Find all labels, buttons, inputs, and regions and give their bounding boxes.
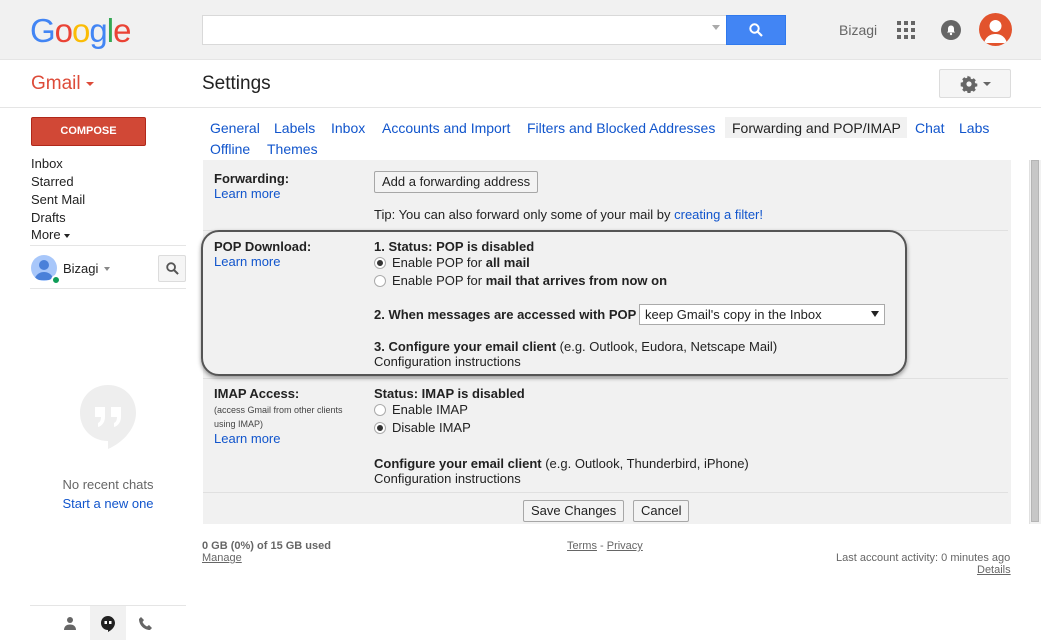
chevron-down-icon[interactable] — [104, 267, 110, 271]
activity-details-link[interactable]: Details — [977, 564, 1011, 576]
imap-configure-suffix: (e.g. Outlook, Thunderbird, iPhone) — [541, 456, 749, 471]
imap-learn-more-link[interactable]: Learn more — [214, 431, 280, 446]
top-bar: Google Bizagi — [0, 0, 1041, 60]
divider — [30, 288, 186, 289]
account-name[interactable]: Bizagi — [839, 22, 877, 38]
nav-drafts[interactable]: Drafts — [31, 210, 66, 225]
hangouts-icon — [101, 615, 115, 632]
divider — [30, 245, 186, 246]
scrollbar-thumb[interactable] — [1031, 160, 1039, 522]
footer-links: Terms - Privacy — [567, 540, 643, 552]
pop-highlight-annotation — [201, 230, 907, 376]
imap-note: (access Gmail from other clients using I… — [214, 405, 343, 429]
imap-configure-label: Configure your email client — [374, 456, 542, 471]
forwarding-tip-text: Tip: You can also forward only some of y… — [374, 207, 675, 222]
privacy-link[interactable]: Privacy — [607, 540, 643, 552]
search-icon — [165, 262, 179, 275]
no-recent-chats-text: No recent chats — [62, 477, 154, 492]
nav-more-label: More — [31, 227, 61, 242]
nav-starred[interactable]: Starred — [31, 174, 74, 189]
avatar-icon[interactable] — [979, 13, 1012, 46]
radio-button[interactable] — [374, 422, 386, 434]
terms-link[interactable]: Terms — [567, 540, 597, 552]
divider — [0, 107, 1041, 108]
logo-letter: G — [30, 12, 56, 49]
imap-option-label: Enable IMAP — [392, 402, 468, 417]
contacts-tab[interactable] — [52, 606, 88, 640]
forwarding-learn-more-link[interactable]: Learn more — [214, 186, 280, 201]
tab-themes[interactable]: Themes — [267, 141, 318, 157]
hangouts-bubble-icon — [78, 383, 138, 454]
nav-inbox[interactable]: Inbox — [31, 156, 63, 171]
hangouts-tab[interactable] — [90, 606, 126, 640]
phone-icon — [138, 616, 152, 630]
imap-option-disable[interactable]: Disable IMAP — [374, 420, 471, 435]
chevron-down-icon — [982, 81, 991, 86]
save-changes-button[interactable]: Save Changes — [523, 500, 625, 522]
tab-labels[interactable]: Labels — [274, 120, 315, 136]
divider — [203, 378, 1008, 379]
search-icon — [749, 23, 763, 37]
tab-general[interactable]: General — [210, 120, 260, 136]
imap-access-title: IMAP Access: — [214, 386, 300, 401]
imap-configuration-instructions-link[interactable]: Configuration instructions — [374, 471, 521, 486]
tab-filters-and-blocked-addresses[interactable]: Filters and Blocked Addresses — [527, 120, 715, 136]
forwarding-tip: Tip: You can also forward only some of y… — [374, 207, 763, 222]
add-forwarding-address-button[interactable]: Add a forwarding address — [374, 171, 539, 193]
footer-separator: - — [596, 540, 607, 552]
settings-gear-button[interactable] — [939, 69, 1011, 98]
google-logo[interactable]: Google — [30, 12, 131, 50]
tab-offline[interactable]: Offline — [210, 141, 250, 157]
online-status-icon — [51, 275, 61, 285]
logo-letter: o — [54, 12, 73, 49]
hangouts-user-name[interactable]: Bizagi — [63, 261, 98, 276]
radio-button[interactable] — [374, 404, 386, 416]
start-new-chat-link[interactable]: Start a new one — [30, 496, 186, 511]
phone-tab[interactable] — [127, 606, 163, 640]
hangouts-search-button[interactable] — [158, 255, 186, 282]
cancel-button[interactable]: Cancel — [633, 500, 690, 522]
logo-letter: o — [72, 12, 90, 49]
imap-option-enable[interactable]: Enable IMAP — [374, 402, 468, 417]
nav-more[interactable]: More — [31, 227, 70, 242]
hangouts-bottom-tabs — [30, 605, 186, 640]
search-dropdown-icon[interactable] — [712, 25, 720, 30]
imap-configure: Configure your email client (e.g. Outloo… — [374, 456, 749, 471]
divider — [203, 492, 1008, 493]
storage-usage: 0 GB (0%) of 15 GB used — [202, 540, 331, 552]
create-filter-link[interactable]: creating a filter! — [674, 207, 763, 222]
gmail-menu[interactable]: Gmail — [31, 73, 94, 95]
manage-storage-link[interactable]: Manage — [202, 552, 242, 564]
tab-forwarding-and-pop-imap[interactable]: Forwarding and POP/IMAP — [732, 120, 901, 136]
search-input[interactable] — [202, 15, 726, 45]
chevron-down-icon — [85, 81, 94, 86]
tab-accounts-and-import[interactable]: Accounts and Import — [382, 120, 510, 136]
apps-grid-icon[interactable] — [897, 21, 915, 39]
logo-letter: g — [89, 12, 107, 49]
compose-button[interactable]: COMPOSE — [31, 117, 146, 146]
imap-option-label: Disable IMAP — [392, 420, 471, 435]
tab-labs[interactable]: Labs — [959, 120, 989, 136]
tab-chat[interactable]: Chat — [915, 120, 945, 136]
person-icon — [64, 617, 76, 630]
forwarding-title: Forwarding: — [214, 171, 290, 186]
imap-status: Status: IMAP is disabled — [374, 386, 525, 401]
gmail-label: Gmail — [31, 73, 81, 94]
last-account-activity: Last account activity: 0 minutes ago — [836, 552, 1011, 564]
search-button[interactable] — [726, 15, 786, 45]
gear-icon — [960, 75, 977, 93]
page-title: Settings — [202, 73, 271, 94]
tab-inbox[interactable]: Inbox — [331, 120, 365, 136]
notifications-icon[interactable] — [941, 20, 961, 40]
nav-sent-mail[interactable]: Sent Mail — [31, 192, 85, 207]
chevron-down-icon — [63, 233, 70, 238]
logo-letter: e — [113, 12, 131, 49]
